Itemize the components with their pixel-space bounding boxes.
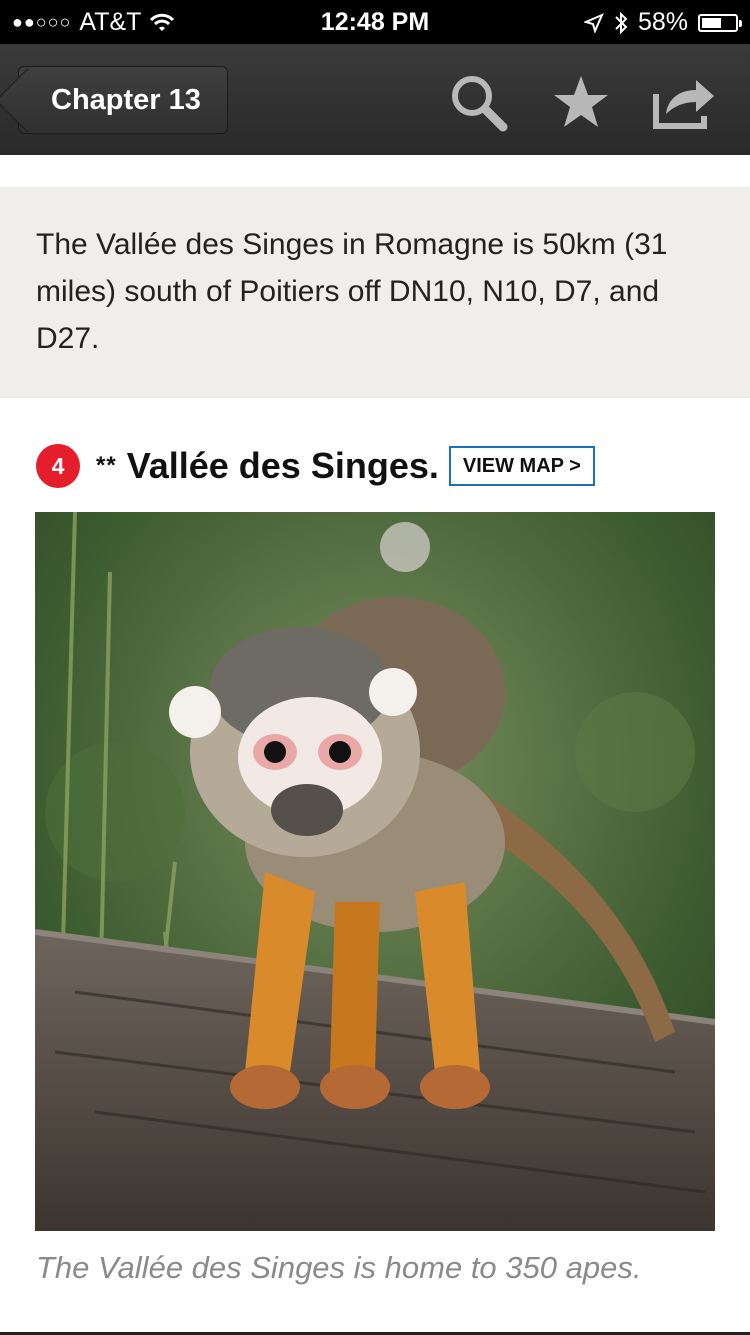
entry-title: Vallée des Singes. — [126, 445, 439, 486]
monkey-photo — [35, 512, 715, 1231]
entry-heading: 4 ** Vallée des Singes. VIEW MAP > — [36, 441, 595, 491]
photo-caption: The Vallée des Singes is home to 350 ape… — [36, 1250, 642, 1285]
battery-icon — [698, 13, 742, 32]
directions-text: The Vallée des Singes in Romagne is 50km… — [36, 228, 668, 355]
search-icon[interactable] — [446, 70, 510, 134]
status-right: 58% — [583, 8, 742, 37]
location-icon — [583, 12, 604, 33]
battery-level — [702, 17, 721, 28]
status-bar: ●●○○○ AT&T 12:48 PM 58% — [0, 0, 750, 44]
navigation-bar: Chapter 13 — [0, 44, 750, 155]
squirrel-monkey-illustration — [35, 512, 715, 1231]
bluetooth-icon — [615, 11, 628, 34]
star-icon[interactable] — [549, 70, 613, 134]
back-button-label: Chapter 13 — [51, 83, 201, 116]
battery-percent: 58% — [637, 8, 688, 36]
rating-stars: ** — [96, 452, 117, 479]
entry-number-badge: 4 — [36, 444, 80, 488]
back-button[interactable]: Chapter 13 — [18, 66, 228, 134]
share-icon[interactable] — [652, 70, 716, 134]
view-map-button[interactable]: VIEW MAP > — [448, 446, 595, 486]
directions-info-box: The Vallée des Singes in Romagne is 50km… — [0, 187, 750, 398]
